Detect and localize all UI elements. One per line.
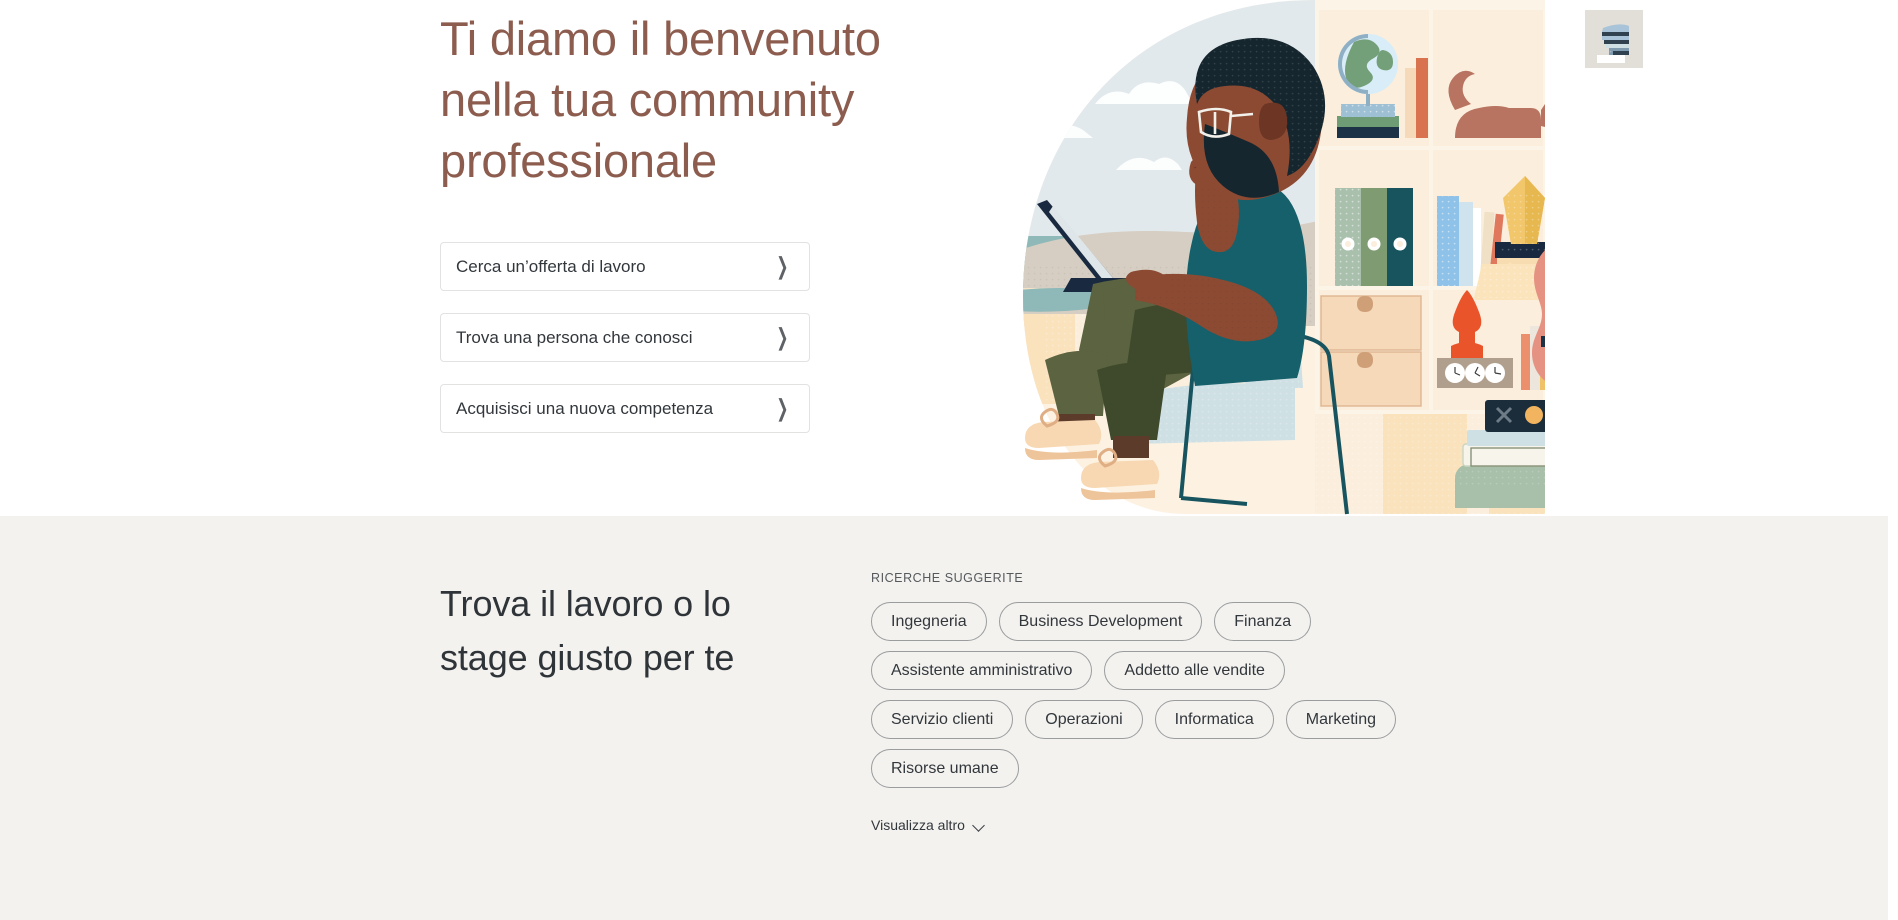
section-title: Trova il lavoro o lo stage giusto per te xyxy=(440,583,735,678)
chip-addetto-alle-vendite[interactable]: Addetto alle vendite xyxy=(1104,651,1285,690)
chip-informatica[interactable]: Informatica xyxy=(1154,700,1274,739)
page-title: Ti diamo il benvenuto nella tua communit… xyxy=(440,12,881,187)
cta-find-job-button[interactable]: Cerca un’offerta di lavoro ❯ xyxy=(440,242,810,291)
framed-picture xyxy=(1585,10,1643,68)
suggested-searches-kicker: RICERCHE SUGGERITE xyxy=(871,571,1024,585)
chip-assistente-amministrativo[interactable]: Assistente amministrativo xyxy=(871,651,1093,690)
chip-ingegneria[interactable]: Ingegneria xyxy=(871,602,987,641)
suggested-chips-list: Ingegneria Business Development Finanza … xyxy=(871,602,1411,788)
hero-cta-list: Cerca un’offerta di lavoro ❯ Trova una p… xyxy=(440,242,810,433)
cta-learn-skill-button[interactable]: Acquisisci una nuova competenza ❯ xyxy=(440,384,810,433)
chip-servizio-clienti[interactable]: Servizio clienti xyxy=(871,700,1014,739)
chevron-right-icon: ❯ xyxy=(776,253,789,280)
chevron-right-icon: ❯ xyxy=(776,324,789,351)
person-reading-laptop-bookshelf-illustration xyxy=(985,0,1665,516)
suggested-searches-section: Trova il lavoro o lo stage giusto per te… xyxy=(0,516,1888,920)
page-root: Ti diamo il benvenuto nella tua communit… xyxy=(0,0,1898,920)
chip-marketing[interactable]: Marketing xyxy=(1285,700,1397,739)
show-more-button[interactable]: Visualizza altro xyxy=(871,817,986,833)
chip-operazioni[interactable]: Operazioni xyxy=(1025,700,1143,739)
cta-label: Cerca un’offerta di lavoro xyxy=(456,256,646,276)
cta-label: Trova una persona che conosci xyxy=(456,327,693,347)
right-gutter xyxy=(1888,516,1898,920)
show-more-label: Visualizza altro xyxy=(871,817,965,833)
cta-label: Acquisisci una nuova competenza xyxy=(456,398,714,418)
chip-risorse-umane[interactable]: Risorse umane xyxy=(871,749,1019,788)
chevron-right-icon: ❯ xyxy=(776,395,789,422)
suggested-searches-block: RICERCHE SUGGERITE Ingegneria Business D… xyxy=(871,571,1491,835)
cta-find-person-button[interactable]: Trova una persona che conosci ❯ xyxy=(440,313,810,362)
hero-section: Ti diamo il benvenuto nella tua communit… xyxy=(0,0,1898,516)
hero-copy: Ti diamo il benvenuto nella tua communit… xyxy=(440,8,900,191)
chevron-down-icon xyxy=(973,821,986,829)
chip-business-development[interactable]: Business Development xyxy=(998,602,1203,641)
chip-finanza[interactable]: Finanza xyxy=(1214,602,1312,641)
